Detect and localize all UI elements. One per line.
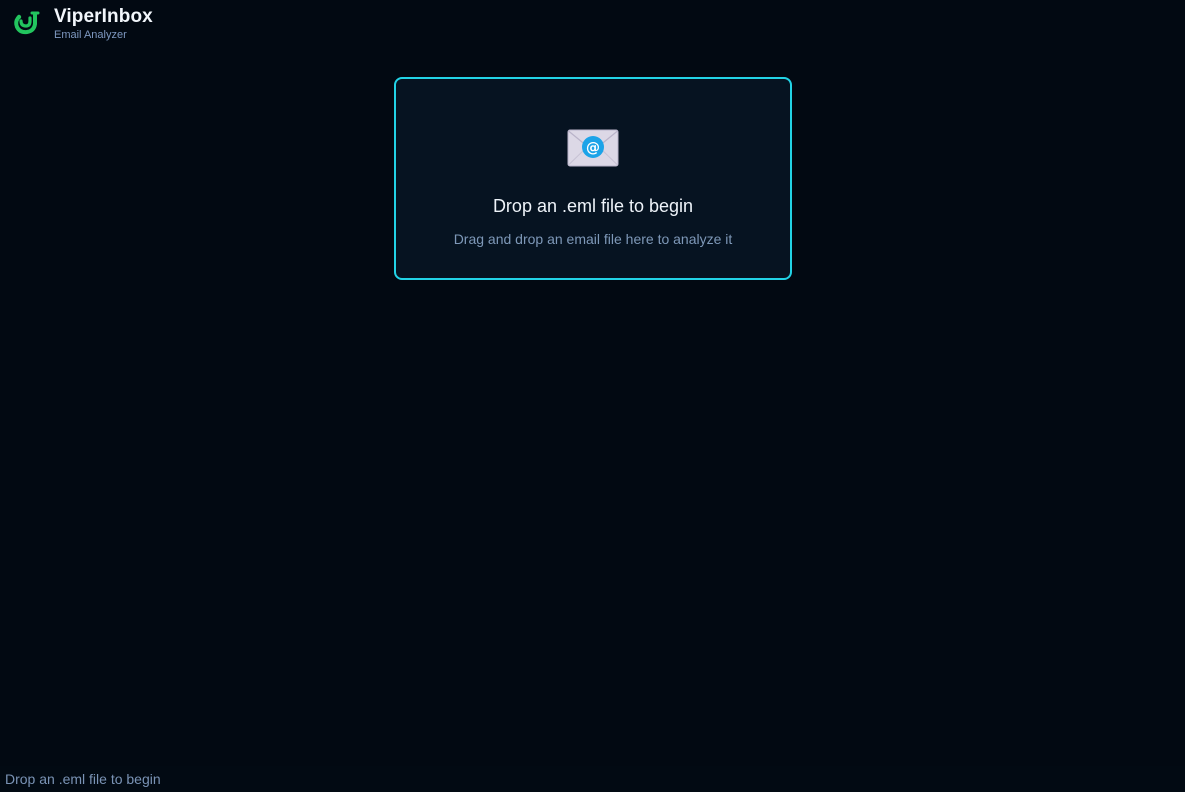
dropzone-subtitle: Drag and drop an email file here to anal…	[453, 231, 733, 247]
eml-dropzone[interactable]: @ Drop an .eml file to begin Drag and dr…	[394, 77, 792, 280]
app-window: ViperInbox Email Analyzer @ Drop an .eml…	[0, 0, 1185, 792]
envelope-at-icon: @	[567, 79, 619, 172]
app-header: ViperInbox Email Analyzer	[0, 0, 1185, 52]
svg-text:@: @	[586, 140, 600, 156]
brand-name: ViperInbox	[54, 6, 153, 27]
dropzone-title: Drop an .eml file to begin	[492, 196, 694, 216]
brand: ViperInbox Email Analyzer	[54, 7, 153, 41]
viper-logo-icon	[12, 11, 54, 42]
brand-subtitle: Email Analyzer	[54, 29, 127, 41]
status-bar: Drop an .eml file to begin	[0, 766, 1185, 792]
status-text: Drop an .eml file to begin	[5, 771, 161, 787]
